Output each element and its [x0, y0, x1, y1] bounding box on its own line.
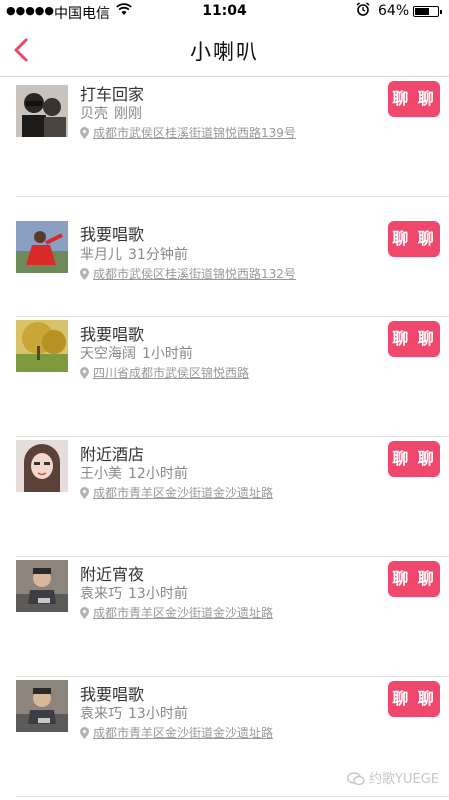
address-link[interactable]: 成都市武侯区桂溪街道锦悦西路132号 [93, 267, 296, 281]
item-location[interactable]: 成都市武侯区桂溪街道锦悦西路139号 [80, 124, 296, 142]
user-name[interactable]: 袁来巧 [80, 586, 122, 602]
item-meta: 袁来巧 13小时前 [80, 703, 188, 723]
user-name[interactable]: 贝壳 [80, 106, 108, 122]
location-pin-icon [80, 487, 89, 502]
list-item[interactable]: 打车回家 贝壳 刚刚 成都市武侯区桂溪街道锦悦西路139号 聊 聊 [0, 77, 449, 197]
user-name[interactable]: 芈月儿 [80, 247, 122, 263]
navigation-bar: 小喇叭 [0, 24, 449, 77]
wechat-icon [346, 772, 365, 790]
avatar[interactable] [16, 320, 68, 372]
alarm-icon [356, 2, 370, 20]
list-item[interactable]: 我要唱歌 天空海阔 1小时前 四川省成都市武侯区锦悦西路 聊 聊 [0, 317, 449, 437]
watermark: 约歌YUEGE [346, 768, 439, 790]
item-location[interactable]: 成都市武侯区桂溪街道锦悦西路132号 [80, 265, 296, 283]
address-link[interactable]: 四川省成都市武侯区锦悦西路 [93, 366, 249, 380]
post-time: 刚刚 [114, 106, 142, 122]
location-pin-icon [80, 607, 89, 622]
item-location[interactable]: 四川省成都市武侯区锦悦西路 [80, 364, 249, 382]
item-location[interactable]: 成都市青羊区金沙街道金沙遗址路 [80, 724, 273, 742]
item-topic: 我要唱歌 [80, 225, 145, 244]
location-pin-icon [80, 268, 89, 283]
item-meta: 芈月儿 31分钟前 [80, 244, 188, 264]
location-pin-icon [80, 367, 89, 382]
item-meta: 贝壳 刚刚 [80, 103, 142, 123]
avatar[interactable] [16, 560, 68, 612]
item-meta: 袁来巧 13小时前 [80, 583, 188, 603]
battery-percent: 64% [378, 3, 410, 19]
user-name[interactable]: 王小美 [80, 466, 122, 482]
item-topic: 附近宵夜 [80, 565, 145, 584]
post-time: 13小时前 [128, 586, 188, 602]
avatar[interactable] [16, 440, 68, 492]
item-location[interactable]: 成都市青羊区金沙街道金沙遗址路 [80, 604, 273, 622]
post-time: 1小时前 [142, 346, 193, 362]
list-item[interactable]: 我要唱歌 芈月儿 31分钟前 成都市武侯区桂溪街道锦悦西路132号 聊 聊 [0, 197, 449, 317]
user-name[interactable]: 天空海阔 [80, 346, 136, 362]
list-item[interactable]: 附近宵夜 袁来巧 13小时前 成都市青羊区金沙街道金沙遗址路 聊 聊 [0, 557, 449, 677]
list-item[interactable]: 附近酒店 王小美 12小时前 成都市青羊区金沙街道金沙遗址路 聊 聊 [0, 437, 449, 557]
address-link[interactable]: 成都市青羊区金沙街道金沙遗址路 [93, 486, 273, 500]
item-topic: 附近酒店 [80, 445, 145, 464]
item-topic: 我要唱歌 [80, 685, 145, 704]
avatar[interactable] [16, 680, 68, 732]
chat-button[interactable]: 聊 聊 [388, 321, 440, 357]
watermark-text: 约歌YUEGE [369, 772, 439, 787]
post-time: 31分钟前 [128, 247, 188, 263]
avatar[interactable] [16, 85, 68, 137]
status-bar: ●●●●● 中国电信 11:04 64% [0, 0, 449, 24]
chat-button[interactable]: 聊 聊 [388, 681, 440, 717]
chat-button[interactable]: 聊 聊 [388, 441, 440, 477]
battery-icon [413, 6, 442, 17]
avatar[interactable] [16, 221, 68, 273]
item-meta: 天空海阔 1小时前 [80, 343, 193, 363]
item-topic: 我要唱歌 [80, 325, 145, 344]
chat-button[interactable]: 聊 聊 [388, 81, 440, 117]
post-time: 12小时前 [128, 466, 188, 482]
item-location[interactable]: 成都市青羊区金沙街道金沙遗址路 [80, 484, 273, 502]
location-pin-icon [80, 127, 89, 142]
page-title: 小喇叭 [190, 40, 259, 64]
chat-button[interactable]: 聊 聊 [388, 221, 440, 257]
item-meta: 王小美 12小时前 [80, 463, 188, 483]
divider [16, 796, 449, 797]
address-link[interactable]: 成都市武侯区桂溪街道锦悦西路139号 [93, 126, 296, 140]
post-time: 13小时前 [128, 706, 188, 722]
chat-button[interactable]: 聊 聊 [388, 561, 440, 597]
address-link[interactable]: 成都市青羊区金沙街道金沙遗址路 [93, 606, 273, 620]
address-link[interactable]: 成都市青羊区金沙街道金沙遗址路 [93, 726, 273, 740]
location-pin-icon [80, 727, 89, 742]
user-name[interactable]: 袁来巧 [80, 706, 122, 722]
item-topic: 打车回家 [80, 85, 145, 104]
